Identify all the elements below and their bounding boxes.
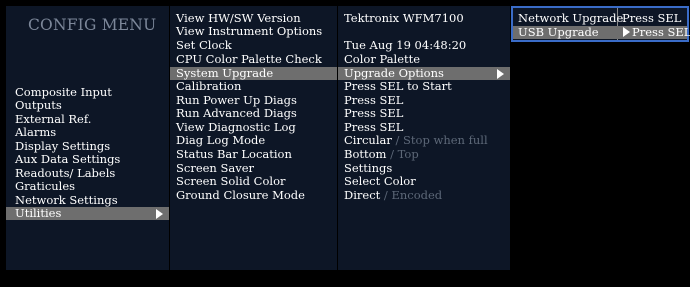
menu-item-alarms[interactable]: Alarms [6, 126, 169, 139]
utility-value: Press SEL [338, 107, 510, 120]
submenu-arrow-icon [497, 69, 504, 79]
menu-item-label: Alarms [15, 125, 57, 139]
utility-label: Set Clock [176, 38, 232, 52]
utility-label: Status Bar Location [176, 147, 292, 161]
value-text: Press SEL [344, 120, 404, 134]
upgrade-submenu: Network Upgrade Press SEL USB Upgrade Pr… [511, 6, 690, 42]
utility-value: Press SEL to Start [338, 80, 510, 93]
menu-item-label: Aux Data Settings [15, 152, 121, 166]
utility-value-diag-log-mode[interactable]: Circular / Stop when full [338, 134, 510, 147]
alternate-option-text: / Encoded [380, 188, 443, 202]
utility-item[interactable]: Run Advanced Diags [170, 107, 337, 120]
utilities-values-panel: Tektronix WFM7100 Tue Aug 19 04:48:20 Co… [338, 6, 510, 270]
utility-label: Screen Solid Color [176, 174, 286, 188]
menu-item-label: Display Settings [15, 139, 111, 153]
submenu-item-label: Network Upgrade [518, 11, 624, 25]
utility-item[interactable]: Status Bar Location [170, 148, 337, 161]
alternate-option-text: / Stop when full [391, 133, 488, 147]
utility-label: Ground Closure Mode [176, 188, 305, 202]
utility-item[interactable]: Diag Log Mode [170, 134, 337, 147]
utility-item[interactable]: Ground Closure Mode [170, 189, 337, 202]
utility-value: Select Color [338, 175, 510, 188]
menu-item-aux-data-settings[interactable]: Aux Data Settings [6, 153, 169, 166]
utility-value: Color Palette [338, 53, 510, 66]
menu-item-label: Network Settings [15, 193, 118, 207]
value-text: Press SEL to Start [344, 79, 452, 93]
submenu-item-network-upgrade[interactable]: Network Upgrade Press SEL [513, 12, 687, 25]
menu-item-label: Readouts/ Labels [15, 166, 116, 180]
value-text: Tektronix WFM7100 [344, 11, 464, 25]
utility-item[interactable]: View Instrument Options [170, 25, 337, 38]
value-text: Settings [344, 161, 393, 175]
utility-item[interactable]: Screen Solid Color [170, 175, 337, 188]
utility-label: Screen Saver [176, 161, 255, 175]
submenu-item-value: Press SEL [622, 11, 682, 25]
category-menu-panel: CONFIG MENU Composite Input Outputs Exte… [6, 6, 169, 270]
submenu-item-label: USB Upgrade [518, 25, 599, 39]
utility-item[interactable]: Set Clock [170, 39, 337, 52]
utility-label: Diag Log Mode [176, 133, 266, 147]
utility-value: Tektronix WFM7100 [338, 12, 510, 25]
menu-item-utilities[interactable]: Utilities [6, 207, 169, 220]
utility-label: Run Advanced Diags [176, 106, 297, 120]
submenu-item-value: Press SEL [632, 25, 690, 39]
utility-label: Calibration [176, 79, 242, 93]
utility-label: System Upgrade [176, 66, 274, 80]
menu-item-label: Outputs [15, 98, 62, 112]
menu-item-outputs[interactable]: Outputs [6, 99, 169, 112]
utility-item[interactable]: CPU Color Palette Check [170, 53, 337, 66]
menu-item-label: Utilities [15, 206, 62, 220]
value-text: Color Palette [344, 52, 421, 66]
utility-label: View HW/SW Version [176, 11, 301, 25]
value-text: Direct [344, 188, 381, 202]
utility-item[interactable]: Calibration [170, 80, 337, 93]
value-text: Press SEL [344, 93, 404, 107]
utility-label: View Diagnostic Log [176, 120, 296, 134]
value-text: Tue Aug 19 04:48:20 [344, 38, 467, 52]
submenu-item-usb-upgrade[interactable]: USB Upgrade Press SEL [513, 25, 690, 39]
utility-value-ground-closure-mode[interactable]: Direct / Encoded [338, 189, 510, 202]
value-text: Press SEL [344, 106, 404, 120]
menu-title: CONFIG MENU [28, 16, 157, 34]
menu-item-graticules[interactable]: Graticules [6, 180, 169, 193]
utility-label: CPU Color Palette Check [176, 52, 322, 66]
submenu-arrow-icon [623, 27, 630, 37]
menu-item-label: Composite Input [15, 85, 112, 99]
utility-value-status-bar-location[interactable]: Bottom / Top [338, 148, 510, 161]
submenu-arrow-icon [156, 209, 163, 219]
menu-item-label: External Ref. [15, 112, 92, 126]
utility-label: Run Power Up Diags [176, 93, 297, 107]
value-text: Bottom [344, 147, 387, 161]
alternate-option-text: / Top [386, 147, 419, 161]
utility-value: Tue Aug 19 04:48:20 [338, 39, 510, 52]
utility-label: View Instrument Options [176, 24, 323, 38]
value-text: Select Color [344, 174, 416, 188]
menu-item-label: Graticules [15, 179, 76, 193]
value-text: Circular [344, 133, 392, 147]
utilities-items-panel: View HW/SW Version View Instrument Optio… [170, 6, 337, 270]
value-text: Upgrade Options [344, 66, 444, 80]
